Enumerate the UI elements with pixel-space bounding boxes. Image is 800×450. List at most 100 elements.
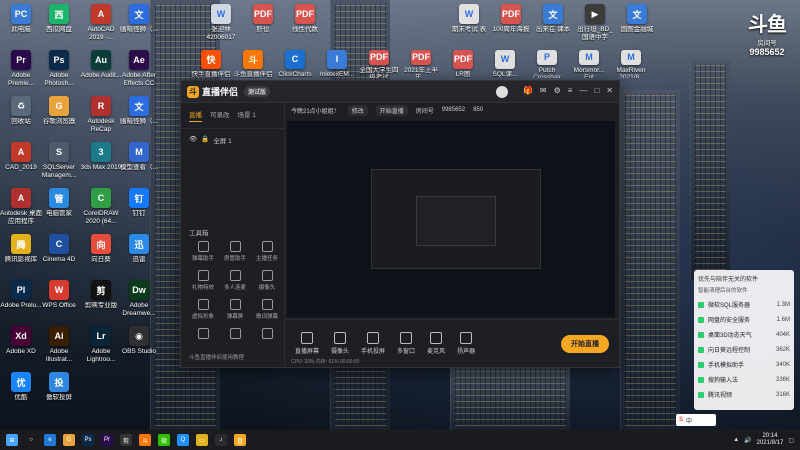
- source-camera[interactable]: 摄像头: [331, 332, 349, 355]
- desktop-icon[interactable]: M 模型查看（...: [118, 142, 160, 186]
- ime-bar[interactable]: S 中: [676, 414, 716, 426]
- desktop-icon[interactable]: A Autodesk 桌面应用程序: [0, 188, 42, 232]
- desktop-icon[interactable]: Xd Adobe XD: [0, 326, 42, 370]
- desktop-icon[interactable]: A CAD_2019: [0, 142, 42, 186]
- taskbar-live-icon[interactable]: 直: [234, 434, 246, 446]
- taskbar-music-icon[interactable]: ♪: [215, 434, 227, 446]
- desktop-icon[interactable]: G 谷歌浏览器: [38, 96, 80, 140]
- tool-item[interactable]: 多人连麦: [219, 270, 251, 291]
- desktop-icon[interactable]: R Autodesk ReCap: [80, 96, 122, 140]
- notification-row[interactable]: 腾讯视频 316K: [698, 390, 790, 399]
- taskbar-premiere-icon[interactable]: Pr: [101, 434, 113, 446]
- tool-item[interactable]: [251, 328, 283, 341]
- desktop-icon[interactable]: Ps Adobe Photosh...: [38, 50, 80, 94]
- volume-icon[interactable]: 🔊: [744, 437, 751, 444]
- desktop-icon[interactable]: ♻ 回收站: [0, 96, 42, 140]
- desktop-icon[interactable]: 向向日葵: [80, 234, 122, 278]
- desktop-icon[interactable]: PDF LR图: [442, 50, 484, 78]
- taskbar-chrome-icon[interactable]: G: [63, 434, 75, 446]
- desktop-icon[interactable]: M MaxRiven 2021/8..: [610, 50, 652, 78]
- source-speaker[interactable]: 扬声器: [457, 332, 475, 355]
- desktop-icon[interactable]: PDF 肝位: [242, 4, 284, 48]
- tool-item[interactable]: 弹幕屏: [219, 299, 251, 320]
- tool-item[interactable]: 歌词弹幕: [251, 299, 283, 320]
- desktop-icon[interactable]: ◉ OBS Studio: [118, 326, 160, 370]
- source-screen[interactable]: 直播屏幕: [295, 332, 319, 355]
- taskbar-edge-icon[interactable]: e: [44, 434, 56, 446]
- desktop-icon[interactable]: S SQLServer Managem...: [38, 142, 80, 186]
- desktop-icon[interactable]: Ai Adobe Illustrat...: [38, 326, 80, 370]
- taskbar-search-icon[interactable]: ○: [25, 434, 37, 446]
- gift-icon[interactable]: 🎁: [523, 86, 533, 98]
- network-icon[interactable]: ▲: [733, 437, 739, 443]
- notification-row[interactable]: 手机模拟助手 340K: [698, 360, 790, 369]
- notification-icon[interactable]: ▢: [788, 437, 794, 444]
- edit-button[interactable]: 修改: [347, 104, 368, 116]
- scene-item[interactable]: 👁 🔒 全屏 1: [181, 129, 284, 151]
- desktop-icon[interactable]: P Putch Crosshair: [526, 50, 568, 78]
- desktop-icon[interactable]: W 期末考试 表: [448, 4, 490, 48]
- tool-item[interactable]: 虚拟形象: [187, 299, 219, 320]
- tool-item[interactable]: 弹幕助手: [187, 241, 219, 262]
- menu-icon[interactable]: ≡: [568, 86, 573, 98]
- desktop-icon[interactable]: PC 此电脑: [0, 4, 42, 48]
- clock[interactable]: 20:14 2021/8/17: [757, 433, 784, 447]
- taskbar-wechat-icon[interactable]: 微: [158, 434, 170, 446]
- tab-recording[interactable]: 可录改: [210, 109, 230, 122]
- settings-icon[interactable]: ⚙: [554, 86, 561, 98]
- taskbar-douyu-icon[interactable]: 斗: [139, 434, 151, 446]
- desktop-icon[interactable]: 管电脑管家: [38, 188, 80, 232]
- maximize-icon[interactable]: □: [594, 86, 599, 98]
- tool-item[interactable]: [219, 328, 251, 341]
- close-icon[interactable]: ✕: [606, 86, 613, 98]
- tool-item[interactable]: 摄像头: [251, 270, 283, 291]
- desktop-icon[interactable]: W SQL课...: [484, 50, 526, 78]
- desktop-icon[interactable]: PDF 线性代数: [284, 4, 326, 48]
- avatar[interactable]: [495, 85, 508, 98]
- tool-item[interactable]: [187, 328, 219, 341]
- desktop-icon[interactable]: 快快手直播伴侣: [190, 50, 232, 78]
- taskbar-start-icon[interactable]: ⊞: [6, 434, 18, 446]
- desktop-icon[interactable]: Dw Adobe Dreamwe...: [118, 280, 160, 324]
- desktop-icon[interactable]: 斗斗鱼直播伴侣: [232, 50, 274, 78]
- desktop-icon[interactable]: 剪剪映专业版: [80, 280, 122, 324]
- desktop-icon[interactable]: 投傲软投屏: [38, 372, 80, 416]
- tool-item[interactable]: 房管助手: [219, 241, 251, 262]
- desktop-icon[interactable]: A AutoCAD 2019 -...: [80, 4, 122, 48]
- desktop-icon[interactable]: Ae Adobe After Effects CC: [118, 50, 160, 94]
- tool-item[interactable]: 礼物特效: [187, 270, 219, 291]
- desktop-icon[interactable]: 文幽暗怪狮（...: [118, 4, 160, 48]
- desktop-icon[interactable]: 钉钉钉: [118, 188, 160, 232]
- desktop-icon[interactable]: PDF 全国大学生四级考试: [358, 50, 400, 78]
- desktop-icon[interactable]: 迅迅雷: [118, 234, 160, 278]
- desktop-icon[interactable]: Pr Adobe Premie...: [0, 50, 42, 94]
- minimize-icon[interactable]: —: [579, 86, 587, 98]
- tab-live[interactable]: 直播: [189, 109, 202, 122]
- desktop-icon[interactable]: 文出来在 课本: [532, 4, 574, 48]
- desktop-icon[interactable]: C ClickCharts: [274, 50, 316, 78]
- start-stream-button[interactable]: 开始直播: [375, 104, 408, 116]
- desktop-icon[interactable]: Au Adobe Audit...: [80, 50, 122, 94]
- tab-scene[interactable]: 场景 1: [238, 109, 256, 122]
- tool-item[interactable]: 主播任务: [251, 241, 283, 262]
- desktop-icon[interactable]: Pl Adobe Prelu...: [0, 280, 42, 324]
- desktop-icon[interactable]: M Morsmor... Ent: [568, 50, 610, 78]
- desktop-icon[interactable]: 文国图金融城: [616, 4, 658, 48]
- notification-row[interactable]: 网盘的安全服务 1.6M: [698, 315, 790, 324]
- notification-row[interactable]: 向日葵远程控制 362K: [698, 345, 790, 354]
- desktop-icon[interactable]: C CorelDRAW 2020 (64...: [80, 188, 122, 232]
- taskbar-photoshop-icon[interactable]: Ps: [82, 434, 94, 446]
- source-phone[interactable]: 手机投屏: [361, 332, 385, 355]
- source-multiwindow[interactable]: 多窗口: [397, 332, 415, 355]
- stream-preview[interactable]: [287, 121, 615, 317]
- desktop-icon[interactable]: PDF 100周年海报: [490, 4, 532, 48]
- taskbar-qq-icon[interactable]: Q: [177, 434, 189, 446]
- desktop-icon[interactable]: 西西瓜网盘: [38, 4, 80, 48]
- taskbar-capcut-icon[interactable]: 剪: [120, 434, 132, 446]
- source-mic[interactable]: 麦克风: [427, 332, 445, 355]
- mail-icon[interactable]: ✉: [540, 86, 547, 98]
- lock-icon[interactable]: 🔒: [201, 135, 209, 145]
- desktop-icon[interactable]: W 张迎林 42006017: [200, 4, 242, 48]
- tutorial-link[interactable]: 斗鱼直播伴侣使用教程: [189, 353, 244, 361]
- desktop-icon[interactable]: W WPS Office: [38, 280, 80, 324]
